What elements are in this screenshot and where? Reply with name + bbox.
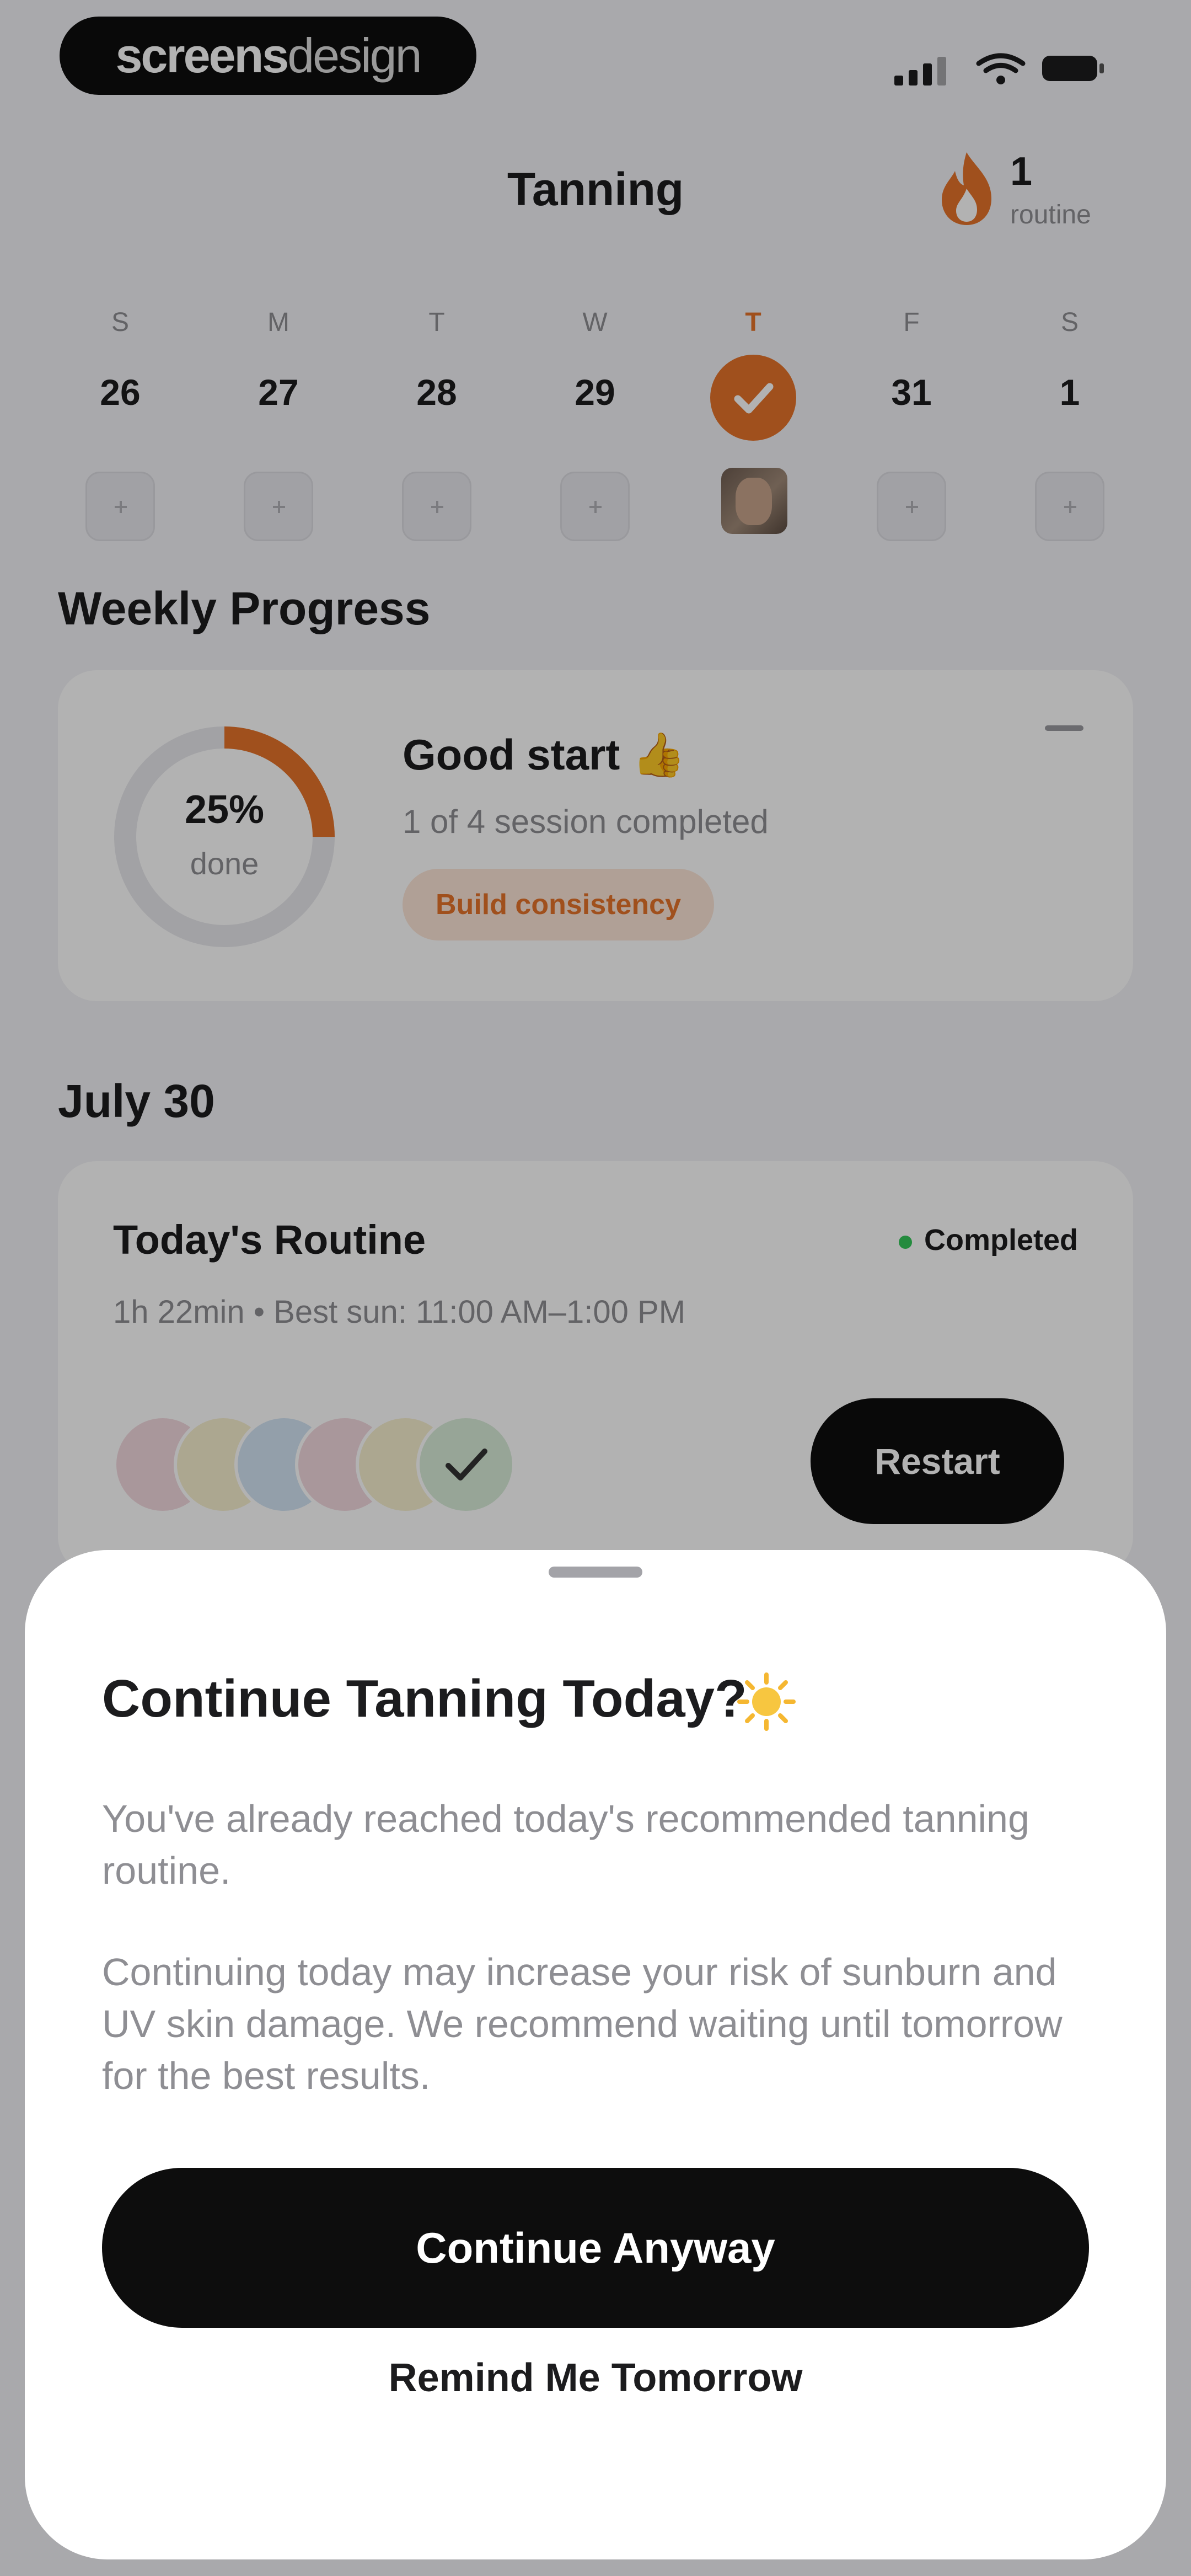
continue-tanning-sheet: Continue Tanning Today? You've already r… <box>25 1550 1166 2559</box>
sun-icon <box>737 1672 796 1731</box>
sheet-grabber[interactable] <box>549 1567 642 1578</box>
app-screen: screens design Tanning 1 routine S 26 M 2… <box>0 0 1191 2576</box>
sheet-paragraph-1: You've already reached today's recommend… <box>102 1797 1029 1892</box>
sheet-title: Continue Tanning Today? <box>102 1669 747 1728</box>
remind-me-tomorrow-button[interactable]: Remind Me Tomorrow <box>102 2355 1089 2401</box>
sheet-paragraph-2: Continuing today may increase your risk … <box>102 1950 1063 2097</box>
continue-anyway-button[interactable]: Continue Anyway <box>102 2168 1089 2328</box>
